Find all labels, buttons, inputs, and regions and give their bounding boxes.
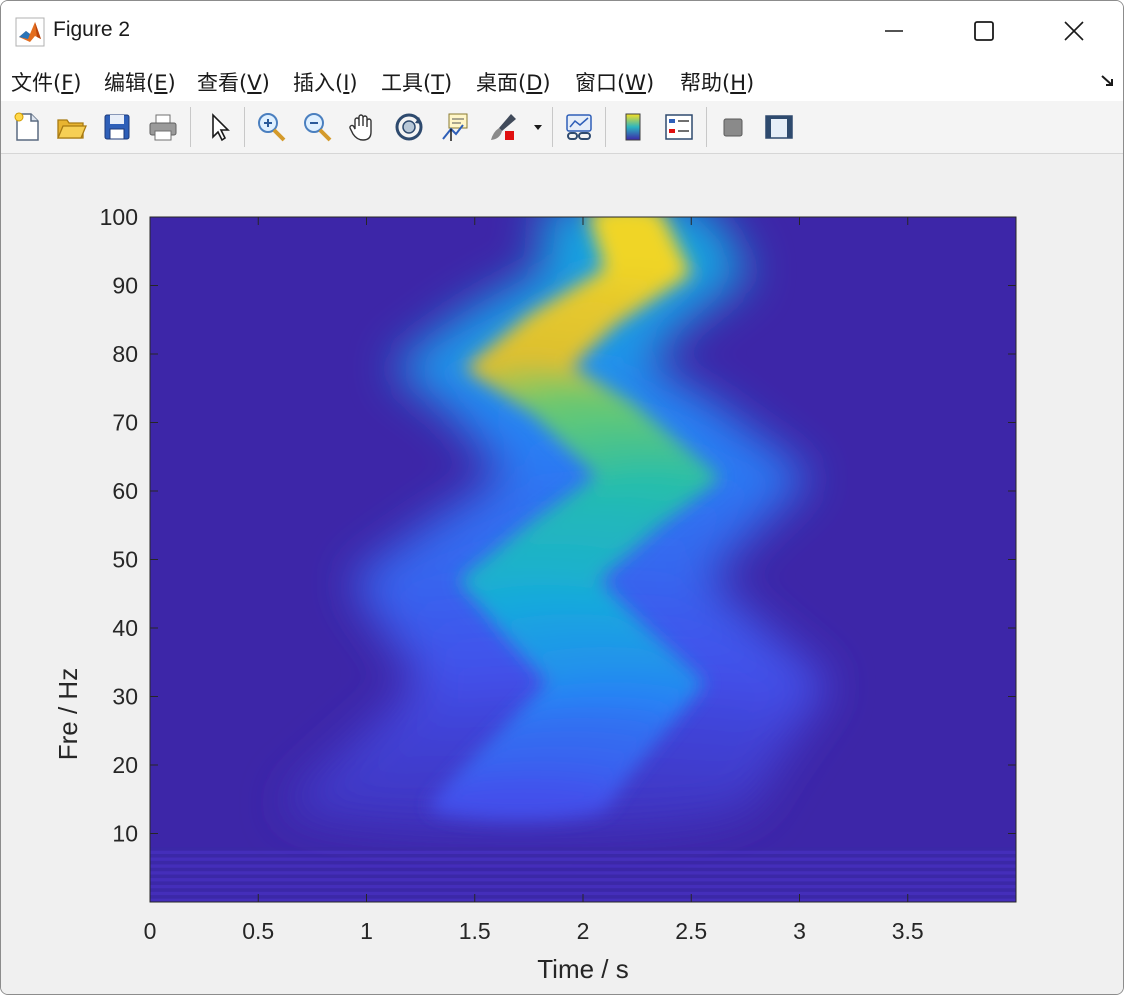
y-tick-label: 50: [112, 547, 138, 573]
menu-window[interactable]: 窗口(W): [575, 67, 654, 97]
show-plot-tools-button[interactable]: [761, 109, 797, 145]
low-frequency-stripe: [150, 864, 1016, 868]
y-tick-label: 90: [112, 273, 138, 299]
menu-help[interactable]: 帮助(H): [680, 67, 754, 97]
link-plot-icon: [566, 114, 592, 140]
maximize-button[interactable]: [937, 1, 1031, 61]
pan-hand-icon: [349, 114, 372, 141]
legend-button[interactable]: [661, 109, 697, 145]
low-frequency-stripe: [150, 850, 1016, 855]
x-axis-label: Time / s: [537, 954, 628, 984]
x-tick-label: 2.5: [675, 918, 707, 944]
data-cursor-icon: [442, 113, 468, 141]
y-axis-label: Fre / Hz: [53, 668, 83, 760]
x-tick-label: 0.5: [242, 918, 274, 944]
x-tick-label: 0: [144, 918, 157, 944]
zoom-in-button[interactable]: [253, 109, 289, 145]
minimize-icon: [885, 30, 903, 32]
colorbar-button[interactable]: [615, 109, 651, 145]
menu-edit[interactable]: 编辑(E): [104, 67, 176, 97]
low-frequency-stripe: [150, 867, 1016, 872]
low-frequency-stripe: [150, 857, 1016, 861]
chevron-down-icon: [534, 125, 542, 130]
y-tick-label: 100: [100, 204, 138, 230]
y-tick-label: 70: [112, 410, 138, 436]
rotate-3d-icon: [395, 113, 423, 141]
low-frequency-stripe: [150, 878, 1016, 882]
y-tick-label: 80: [112, 341, 138, 367]
menu-tools[interactable]: 工具(T): [381, 67, 452, 97]
low-frequency-band: [150, 847, 1016, 902]
spectrogram-plot: 0 0.5 1 1.5 2 2.5 3 3.5 10 20 30 40 50 60 70 80 90 100 T…: [53, 204, 1017, 984]
colorbar-icon: [625, 113, 641, 141]
toolbar-separator: [190, 107, 191, 147]
rotate-3d-button[interactable]: [391, 109, 427, 145]
open-file-icon: [57, 119, 87, 139]
save-icon: [104, 114, 130, 140]
legend-icon: [665, 114, 693, 140]
brush-dropdown[interactable]: [527, 109, 549, 145]
dock-arrow-icon[interactable]: [1099, 72, 1117, 90]
x-tick-label: 3: [793, 918, 806, 944]
figure-window: Figure 2 文件(F) 编辑(E) 查看(V) 插入(I) 工具(T) 桌…: [0, 0, 1124, 995]
toolbar-separator: [706, 107, 707, 147]
pointer-button[interactable]: [201, 109, 237, 145]
matlab-logo-icon: [15, 17, 45, 47]
menu-bar: 文件(F) 编辑(E) 查看(V) 插入(I) 工具(T) 桌面(D) 窗口(W…: [1, 61, 1123, 102]
y-tick-label: 20: [112, 752, 138, 778]
pan-button[interactable]: [345, 109, 381, 145]
toolbar-separator: [605, 107, 606, 147]
low-frequency-stripe: [150, 874, 1016, 879]
new-figure-icon: [14, 112, 39, 141]
low-frequency-stripe: [150, 860, 1016, 865]
data-cursor-button[interactable]: [437, 109, 473, 145]
menu-insert[interactable]: 插入(I): [293, 67, 358, 97]
new-figure-button[interactable]: [9, 109, 45, 145]
brush-button[interactable]: [485, 109, 521, 145]
minimize-button[interactable]: [847, 1, 941, 61]
show-plot-tools-icon: [765, 115, 793, 139]
hide-plot-tools-icon: [723, 118, 743, 137]
ridge-core-segment: [428, 792, 608, 821]
y-tick-label: 40: [112, 615, 138, 641]
title-bar[interactable]: Figure 2: [1, 1, 1123, 61]
print-button[interactable]: [145, 109, 181, 145]
close-icon: [1064, 21, 1084, 41]
x-tick-label: 3.5: [892, 918, 924, 944]
y-tick-label: 10: [112, 821, 138, 847]
print-icon: [149, 114, 177, 141]
low-frequency-stripe: [150, 854, 1016, 858]
menu-desktop[interactable]: 桌面(D): [476, 67, 551, 97]
zoom-out-icon: [304, 113, 332, 142]
maximize-icon: [974, 21, 994, 41]
window-title: Figure 2: [53, 18, 131, 41]
y-tick-label: 30: [112, 684, 138, 710]
brush-icon: [491, 114, 516, 140]
toolbar-separator: [244, 107, 245, 147]
x-tick-label: 2: [577, 918, 590, 944]
low-frequency-stripe: [150, 871, 1016, 875]
low-frequency-stripe: [150, 888, 1016, 892]
open-file-button[interactable]: [53, 109, 89, 145]
figure-toolbar: [1, 101, 1123, 154]
zoom-in-icon: [258, 113, 286, 142]
y-tick-label: 60: [112, 478, 138, 504]
x-tick-label: 1: [360, 918, 373, 944]
low-frequency-stripe: [150, 884, 1016, 889]
hide-plot-tools-button[interactable]: [715, 109, 751, 145]
low-frequency-stripe: [150, 881, 1016, 885]
menu-view[interactable]: 查看(V): [197, 67, 270, 97]
zoom-out-button[interactable]: [299, 109, 335, 145]
link-plot-button[interactable]: [561, 109, 597, 145]
menu-file[interactable]: 文件(F): [11, 67, 82, 97]
x-tick-label: 1.5: [459, 918, 491, 944]
pointer-icon: [212, 113, 230, 142]
low-frequency-stripe: [150, 847, 1016, 851]
close-button[interactable]: [1027, 1, 1121, 61]
figure-canvas[interactable]: 0 0.5 1 1.5 2 2.5 3 3.5 10 20 30 40 50 60 70 80 90 100 T…: [1, 154, 1123, 994]
save-button[interactable]: [99, 109, 135, 145]
toolbar-separator: [552, 107, 553, 147]
